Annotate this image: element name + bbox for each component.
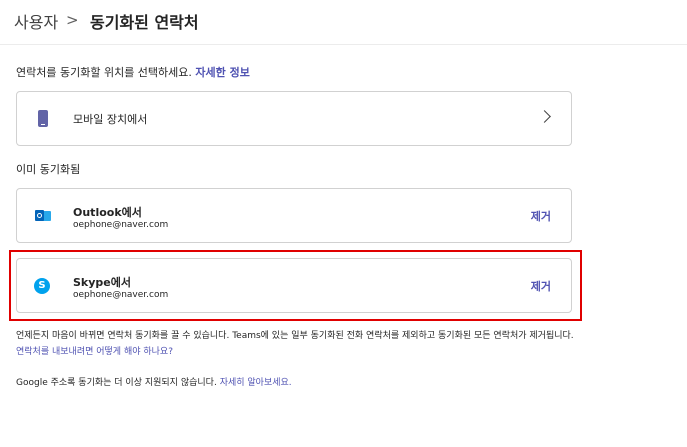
page-header: 사용자 > 동기화된 연락처 xyxy=(0,0,687,45)
skype-account-email: oephone@naver.com xyxy=(73,290,169,300)
intro-label: 연락처를 동기화할 위치를 선택하세요. xyxy=(16,66,192,79)
outlook-icon xyxy=(35,209,51,223)
skype-icon: S xyxy=(34,278,50,294)
remove-info-text: 언제든지 마음이 바뀌면 연락처 동기화를 끌 수 있습니다. Teams에 있… xyxy=(16,331,574,341)
already-synced-heading: 이미 동기화됨 xyxy=(16,163,81,176)
outlook-account-card: Outlook에서 oephone@naver.com 제거 xyxy=(16,188,572,243)
google-learn-more-link[interactable]: 자세히 알아보세요. xyxy=(220,378,292,388)
outlook-account-email: oephone@naver.com xyxy=(73,220,169,230)
learn-more-link[interactable]: 자세한 정보 xyxy=(195,66,249,79)
remove-info-note: 언제든지 마음이 바뀌면 연락처 동기화를 끌 수 있습니다. Teams에 있… xyxy=(16,328,576,360)
export-contacts-link[interactable]: 연락처를 내보내려면 어떻게 해야 하나요? xyxy=(16,347,173,357)
mobile-card-label: 모바일 장치에서 xyxy=(73,113,148,126)
mobile-device-icon xyxy=(38,110,48,127)
sync-from-mobile-card[interactable]: 모바일 장치에서 xyxy=(16,91,572,146)
google-info-note: Google 주소록 동기화는 더 이상 지원되지 않습니다. 자세히 알아보세… xyxy=(16,375,292,388)
remove-skype-button[interactable]: 제거 xyxy=(531,278,551,294)
skype-account-title: Skype에서 xyxy=(73,276,131,289)
page-title: 동기화된 연락처 xyxy=(90,13,199,32)
chevron-right-icon xyxy=(538,110,551,123)
remove-outlook-button[interactable]: 제거 xyxy=(531,208,551,224)
skype-account-card: S Skype에서 oephone@naver.com 제거 xyxy=(16,258,572,313)
intro-text: 연락처를 동기화할 위치를 선택하세요. 자세한 정보 xyxy=(16,64,250,80)
google-info-text: Google 주소록 동기화는 더 이상 지원되지 않습니다. xyxy=(16,378,217,388)
breadcrumb-separator-icon: > xyxy=(66,11,79,29)
outlook-account-title: Outlook에서 xyxy=(73,206,142,219)
breadcrumb-users[interactable]: 사용자 xyxy=(14,9,58,33)
